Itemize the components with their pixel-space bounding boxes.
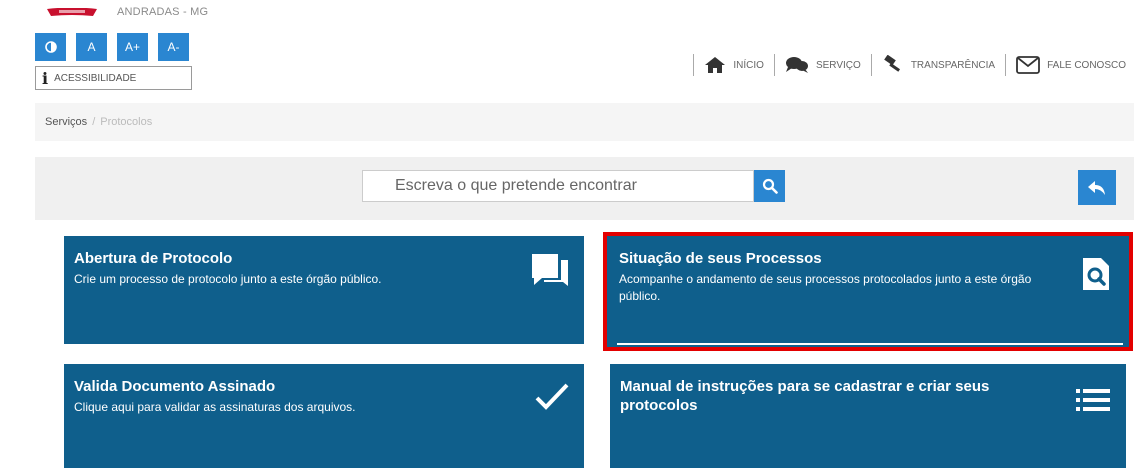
card-underline <box>617 343 1123 345</box>
card-abertura-protocolo[interactable]: Abertura de Protocolo Crie um processo d… <box>64 236 584 344</box>
back-button[interactable] <box>1078 170 1116 205</box>
nav-divider <box>693 54 695 76</box>
card-description: Crie um processo de protocolo junto a es… <box>74 272 382 286</box>
logo-image <box>47 8 97 16</box>
search-icon <box>762 178 778 194</box>
breadcrumb-protocolos: Protocolos <box>100 116 153 128</box>
gavel-icon <box>883 55 900 72</box>
card-description: Clique aqui para validar as assinaturas … <box>74 400 356 414</box>
search-button[interactable] <box>754 170 785 202</box>
card-title: Situação de seus Processos <box>619 250 822 267</box>
breadcrumb-separator: / <box>92 116 96 128</box>
home-icon <box>705 57 726 73</box>
chat-bubble-icon <box>532 254 568 286</box>
card-manual-instrucoes[interactable]: Manual de instruções para se cadastrar e… <box>610 364 1126 468</box>
breadcrumb-servicos[interactable]: Serviços <box>45 116 87 128</box>
nav-item-servico[interactable]: SERVIÇO <box>785 56 861 74</box>
nav-label: SERVIÇO <box>815 59 861 71</box>
envelope-icon <box>1016 56 1040 74</box>
accessibility-label: ACESSIBILIDADE <box>54 72 137 84</box>
card-description: Acompanhe o andamento de seus processos … <box>619 272 1032 303</box>
card-title: Valida Documento Assinado <box>74 378 276 395</box>
nav-item-inicio[interactable]: INÍCIO <box>704 56 764 74</box>
card-title: Manual de instruções para se cadastrar e… <box>620 378 990 414</box>
nav-divider <box>1005 54 1007 76</box>
card-title: Abertura de Protocolo <box>74 250 233 267</box>
reply-icon <box>1088 180 1105 195</box>
nav-label: FALE CONOSCO <box>1047 59 1126 71</box>
contrast-icon <box>44 41 57 53</box>
file-search-icon <box>1083 258 1109 290</box>
font-decrease-button[interactable]: A- <box>158 33 189 61</box>
font-normal-button[interactable]: A <box>76 33 107 61</box>
top-nav: INÍCIO SERVIÇO TRANSPARÊNCIA FALE CONOSC… <box>683 52 1126 78</box>
font-increase-button[interactable]: A+ <box>117 33 148 61</box>
nav-divider <box>870 54 872 76</box>
nav-item-transparencia[interactable]: TRANSPARÊNCIA <box>882 55 995 75</box>
accessibility-button[interactable]: i ACESSIBILIDADE <box>35 66 192 90</box>
card-situacao-processos[interactable]: Situação de seus Processos Acompanhe o a… <box>603 232 1133 351</box>
search-input[interactable]: Escreva o que pretende encontrar <box>362 170 754 202</box>
nav-item-fale-conosco[interactable]: FALE CONOSCO <box>1016 56 1126 74</box>
nav-divider <box>773 54 775 76</box>
city-name: ANDRADAS - MG <box>117 6 209 18</box>
contrast-button[interactable] <box>35 33 66 61</box>
check-icon <box>535 383 569 410</box>
breadcrumb: Serviços / Protocolos <box>35 103 1134 141</box>
chat-icon <box>785 57 808 73</box>
nav-label: TRANSPARÊNCIA <box>910 59 996 71</box>
nav-label: INÍCIO <box>733 59 764 71</box>
card-valida-documento[interactable]: Valida Documento Assinado Clique aqui pa… <box>64 364 584 468</box>
info-icon: i <box>42 68 49 88</box>
list-icon <box>1076 389 1110 411</box>
